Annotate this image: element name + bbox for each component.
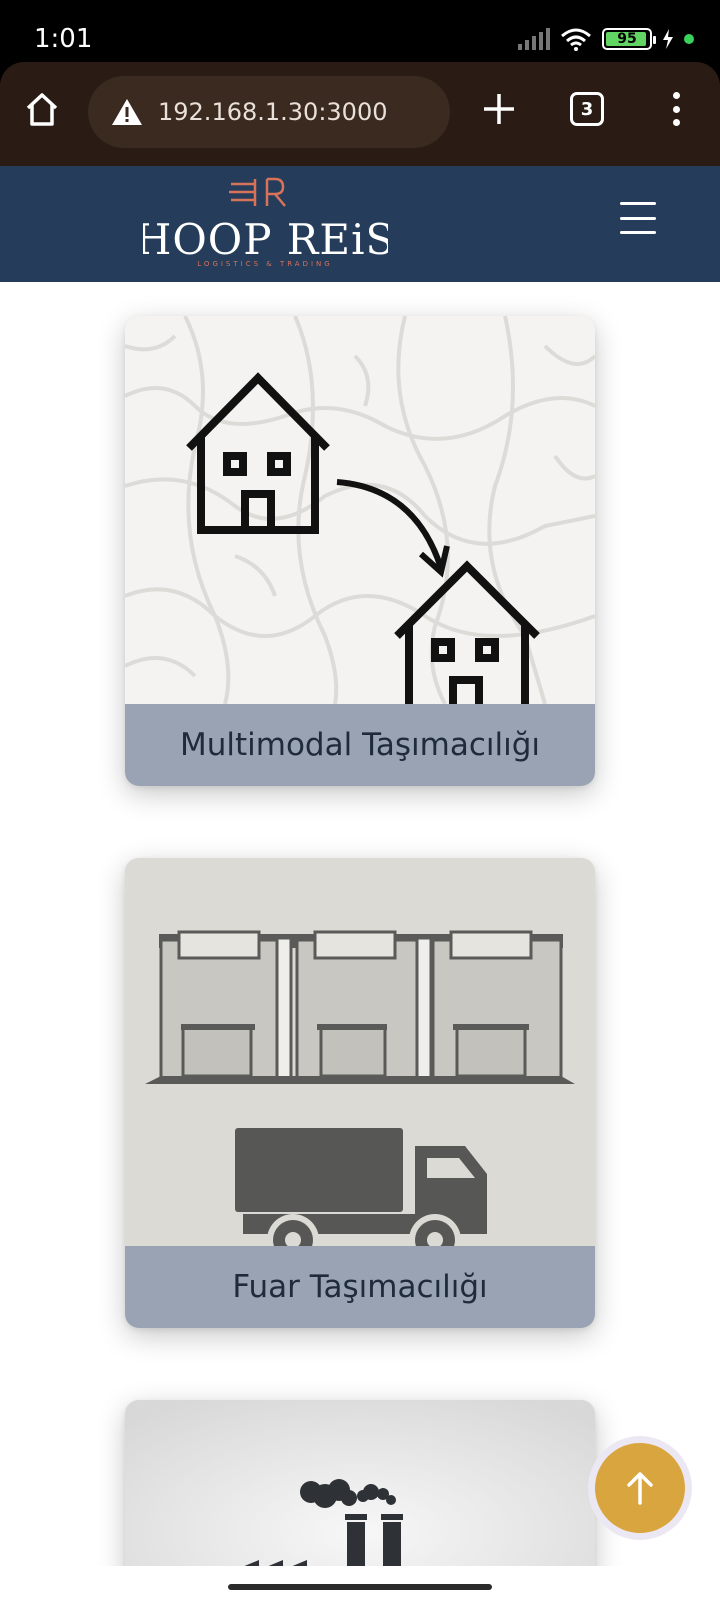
url-text[interactable]: 192.168.1.30:3000 — [158, 98, 387, 126]
service-card-label[interactable]: Fuar Taşımacılığı — [125, 1246, 595, 1328]
svg-text:LOGISTICS & TRADING: LOGISTICS & TRADING — [197, 260, 332, 268]
home-icon[interactable] — [22, 90, 62, 130]
browser-toolbar: 192.168.1.30:3000 3 — [0, 62, 720, 166]
logo-monogram — [229, 177, 286, 207]
plus-icon[interactable] — [478, 88, 520, 130]
gesture-bar[interactable] — [228, 1584, 492, 1590]
battery-icon: 95 — [602, 28, 656, 50]
service-card-multimodal[interactable]: Multimodal Taşımacılığı — [125, 316, 595, 786]
scroll-to-top-button[interactable] — [588, 1436, 692, 1540]
hamburger-icon[interactable] — [620, 202, 656, 234]
privacy-indicator — [684, 34, 694, 44]
battery-level: 95 — [617, 31, 637, 47]
status-icons: 95 — [518, 26, 694, 52]
gesture-nav-area — [0, 1566, 720, 1600]
company-logo[interactable]: HOOP REiS LOGISTICS & TRADING — [143, 174, 388, 274]
more-vert-icon[interactable] — [664, 88, 688, 130]
service-card-fair[interactable]: Fuar Taşımacılığı — [125, 858, 595, 1328]
site-header: HOOP REiS LOGISTICS & TRADING — [0, 166, 720, 282]
signal-icon — [518, 28, 550, 50]
svg-text:HOOP REiS: HOOP REiS — [143, 215, 388, 264]
house-relocation-illustration — [125, 316, 595, 704]
warning-icon[interactable] — [110, 97, 144, 127]
status-time: 1:01 — [34, 24, 93, 54]
fair-booths-truck-illustration — [125, 858, 595, 1246]
wifi-icon — [561, 28, 591, 51]
arrow-up-icon — [627, 1472, 653, 1505]
status-bar: 1:01 95 — [0, 0, 720, 62]
tab-switcher-button[interactable]: 3 — [570, 92, 604, 126]
charging-icon — [663, 29, 673, 49]
service-card-label[interactable]: Multimodal Taşımacılığı — [125, 704, 595, 786]
url-bar[interactable]: 192.168.1.30:3000 — [88, 76, 450, 148]
